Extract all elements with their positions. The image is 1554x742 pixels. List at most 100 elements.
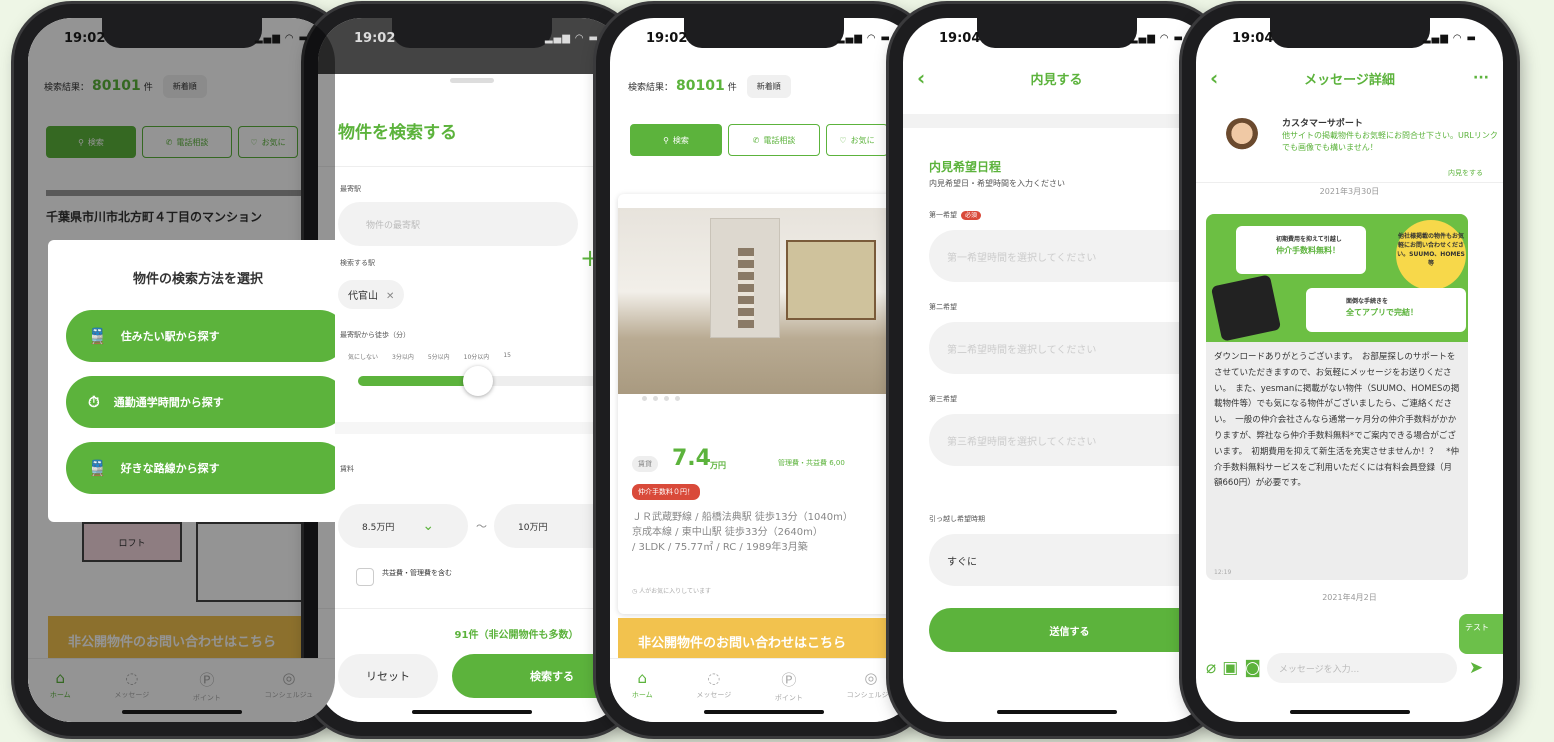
promo-text: 初期費用を抑えて引越し [1276, 236, 1342, 243]
favorite-chip[interactable]: ♡ お気に [826, 124, 888, 156]
section-title: 内見希望日程 [929, 160, 1002, 174]
tab-message[interactable]: ◌ メッセージ [696, 669, 731, 722]
signal-wifi-battery-icon: ▂▄▆ ◠ ▬ [1422, 32, 1477, 44]
pref1-label: 第一希望 [929, 211, 957, 219]
pref3-input[interactable]: 第三希望時間を選択してください [929, 414, 1210, 466]
support-message-bubble: 初期費用を抑えて引越し 仲介手数料無料！ 他社様掲載の物件もお気軽にお問い合わせく… [1206, 214, 1468, 580]
status-bar: 19:02 ▂▄▆ ◠ ▬ [610, 26, 917, 50]
selected-station-tag[interactable]: 代官山 ✕ [338, 280, 405, 309]
banner-label: 非公開物件のお問い合わせはこちら [638, 635, 847, 651]
rent-min-value: 8.5万円 [362, 522, 395, 533]
price-value: 7.4 [672, 446, 711, 471]
signal-wifi-battery-icon: ▂▄▆ ◠ ▬ [544, 32, 599, 44]
page-title: メッセージ詳細 [1304, 72, 1395, 88]
page-dot-active [686, 396, 691, 401]
pref2-input[interactable]: 第二希望時間を選択してください [929, 322, 1210, 374]
property-photo[interactable] [618, 208, 917, 401]
pref2-label: 第二希望 [929, 303, 957, 311]
intro-link[interactable]: 内見をする [1448, 168, 1483, 178]
rent-tag: 賃貸 [632, 456, 658, 472]
back-chevron-icon[interactable]: ‹ [917, 66, 925, 90]
more-icon[interactable]: ··· [1473, 70, 1489, 86]
home-indicator [1289, 710, 1410, 714]
favorite-count: ◷ 人がお気に入りしています [632, 586, 711, 595]
tab-label: ホーム [631, 691, 653, 699]
back-chevron-icon[interactable]: ‹ [1210, 66, 1218, 90]
pref1-label-row: 第一希望 必須 [929, 210, 982, 220]
chat-icon: ◌ [707, 669, 721, 687]
page-dot [642, 396, 647, 401]
sheet-handle[interactable] [449, 78, 494, 83]
message-input-bar: ⌀ ▣ ◙ メッセージを入力... ➤ [1196, 648, 1503, 688]
section-gap [903, 114, 1210, 128]
train-icon: 🚆 [88, 327, 107, 345]
submit-button[interactable]: 送信する [929, 608, 1210, 652]
action-chips: ⚲ 検索 ✆ 電話相談 ♡ お気に [630, 124, 888, 156]
rent-min-select[interactable]: 8.5万円 ⌄ [338, 504, 468, 548]
submit-label: 送信する [1049, 626, 1090, 638]
phone-chip[interactable]: ✆ 電話相談 [728, 124, 820, 156]
page-title: 内見する [1030, 72, 1083, 88]
rent-max-value: 10万円 [518, 522, 548, 533]
tick: 10分以内 [463, 354, 490, 361]
tab-home[interactable]: ⌂ ホーム [632, 669, 653, 722]
image-icon[interactable]: ▣ [1222, 658, 1238, 678]
tab-concierge[interactable]: ◎ コンシェルジュ [847, 669, 896, 722]
point-icon: Ⓟ [781, 671, 797, 689]
search-icon: ⚲ [663, 135, 669, 145]
pref1-input[interactable]: 第一希望時間を選択してください [929, 230, 1210, 282]
phone-2-frame: 19:02 ▂▄▆ ◠ ▬ 物件を検索する 最寄駅 物件の最寄駅 + 検索する駅 … [304, 4, 639, 736]
no-fee-badge: 仲介手数料０円！ [632, 484, 700, 500]
promo-card-fee: 初期費用を抑えて引越し 仲介手数料無料！ [1236, 226, 1366, 274]
send-icon[interactable]: ➤ [1469, 658, 1483, 678]
concierge-icon: ◎ [864, 669, 878, 687]
date-separator: 2021年3月30日 [1319, 187, 1380, 196]
home-indicator [996, 710, 1117, 714]
property-card[interactable]: 賃貸 7.4 万円 管理費・共益費 6,00 仲介手数料０円！ ＪＲ武蔵野線 /… [618, 194, 917, 614]
photo-pager[interactable] [642, 396, 691, 401]
promo-circle: 他社様掲載の物件もお気軽にお問い合わせください。SUUMO、HOMES等 [1396, 220, 1466, 290]
result-label: 検索結果： [628, 82, 674, 93]
promo-card-app: 面倒な手続きを 全てアプリで完結！ [1306, 288, 1466, 332]
close-icon[interactable]: ✕ [386, 291, 394, 302]
move-select[interactable]: すぐに [929, 534, 1210, 586]
search-chip[interactable]: ⚲ 検索 [630, 124, 722, 156]
section-gap [318, 422, 625, 434]
sheet-title: 物件を検索する [338, 123, 457, 143]
promo-image[interactable]: 初期費用を抑えて引越し 仲介手数料無料！ 他社様掲載の物件もお気軽にお問い合わせく… [1206, 214, 1468, 342]
include-fee-checkbox[interactable] [356, 568, 374, 586]
status-time: 19:02 [354, 30, 396, 46]
walk-slider-fill [358, 376, 478, 386]
option-label: 住みたい駅から探す [120, 330, 220, 343]
station-input[interactable]: 物件の最寄駅 [338, 202, 578, 246]
phone-5-frame: 19:04 ▂▄▆ ◠ ▬ ‹ メッセージ詳細 ··· カスタマーサポート 他サイ… [1182, 4, 1517, 736]
paperclip-icon[interactable]: ⌀ [1206, 658, 1216, 678]
phone-3-screen: 19:02 ▂▄▆ ◠ ▬ 検索結果： 80101 件 新着順 ⚲ 検索 ✆ 電話相談… [610, 18, 917, 722]
page-dot [664, 396, 669, 401]
signal-wifi-battery-icon: ▂▄▆ ◠ ▬ [836, 32, 891, 44]
message-time: 12:19 [1214, 569, 1232, 576]
tab-point[interactable]: Ⓟ ポイント [775, 669, 803, 722]
status-time: 19:02 [646, 30, 688, 46]
option-commute[interactable]: ⏱ 通勤通学時間から探す [66, 376, 335, 428]
result-unit: 件 [727, 82, 737, 93]
walk-slider-knob[interactable] [463, 366, 493, 396]
photo-tatami-room [786, 240, 876, 320]
option-line[interactable]: 🚆 好きな路線から探す [66, 442, 335, 494]
reset-button[interactable]: リセット [338, 654, 438, 698]
tick: 気にしない [348, 354, 379, 361]
include-fee-label: 共益費・管理費を含む [382, 569, 452, 577]
message-input[interactable]: メッセージを入力... [1266, 653, 1457, 683]
camera-icon[interactable]: ◙ [1244, 658, 1261, 678]
station-label: 最寄駅 [340, 185, 361, 193]
message-body: ダウンロードありがとうございます。 お部屋探しのサポートをさせていただきますので… [1214, 352, 1460, 489]
phone-chip-label: 電話相談 [763, 135, 796, 145]
phone-1-frame: 19:02 ▂▄▆ ◠ ▬ 検索結果： 80101 件 新着順 ⚲ 検索 ✆ 電話相談… [14, 4, 349, 736]
promo-text: 面倒な手続きを [1346, 298, 1389, 305]
option-station[interactable]: 🚆 住みたい駅から探す [66, 310, 335, 362]
required-badge: 必須 [961, 211, 982, 220]
tab-label: コンシェルジュ [846, 691, 896, 699]
option-label: 好きな路線から探す [120, 462, 220, 475]
sort-dropdown[interactable]: 新着順 [746, 74, 791, 98]
phone-1-screen: 19:02 ▂▄▆ ◠ ▬ 検索結果： 80101 件 新着順 ⚲ 検索 ✆ 電話相談… [28, 18, 335, 722]
